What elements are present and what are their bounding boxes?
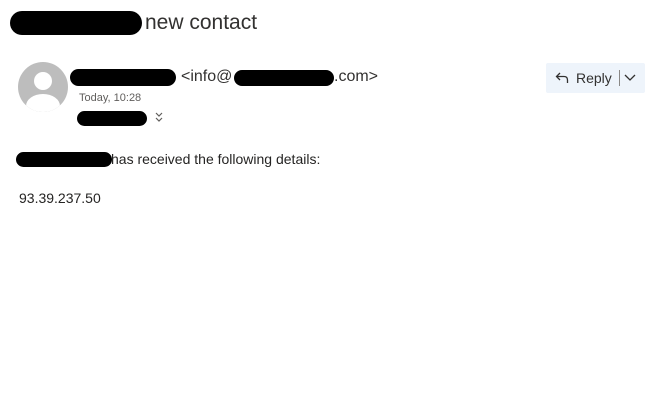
email-subject: new contact [145,11,258,34]
subject-row: new contact [10,8,650,38]
reply-divider [619,70,620,86]
redacted-body-name [16,152,112,167]
redacted-subject-prefix [10,11,142,35]
recipient-row[interactable] [77,110,177,128]
redacted-recipient [77,111,147,126]
redacted-sender-domain [234,70,334,86]
chevron-down-icon[interactable] [623,72,637,84]
email-reading-pane: new contact <info@ .com> Today, 10:28 Re… [0,0,663,414]
reply-button[interactable]: Reply [576,70,612,86]
redacted-sender-name [70,69,176,86]
body-text: has received the following details: [111,151,321,167]
sender-line[interactable]: <info@ .com> [70,68,490,90]
person-icon [26,72,60,112]
sender-email-suffix: .com> [334,68,379,85]
double-chevron-down-icon[interactable] [154,111,164,125]
reply-arrow-icon[interactable] [555,71,569,85]
reply-button-group: Reply [546,63,645,93]
message-timestamp: Today, 10:28 [79,92,142,104]
message-body-line: has received the following details: [16,151,416,171]
ip-address: 93.39.237.50 [19,190,101,206]
sender-email-prefix: <info@ [181,68,233,85]
sender-avatar[interactable] [18,62,68,112]
